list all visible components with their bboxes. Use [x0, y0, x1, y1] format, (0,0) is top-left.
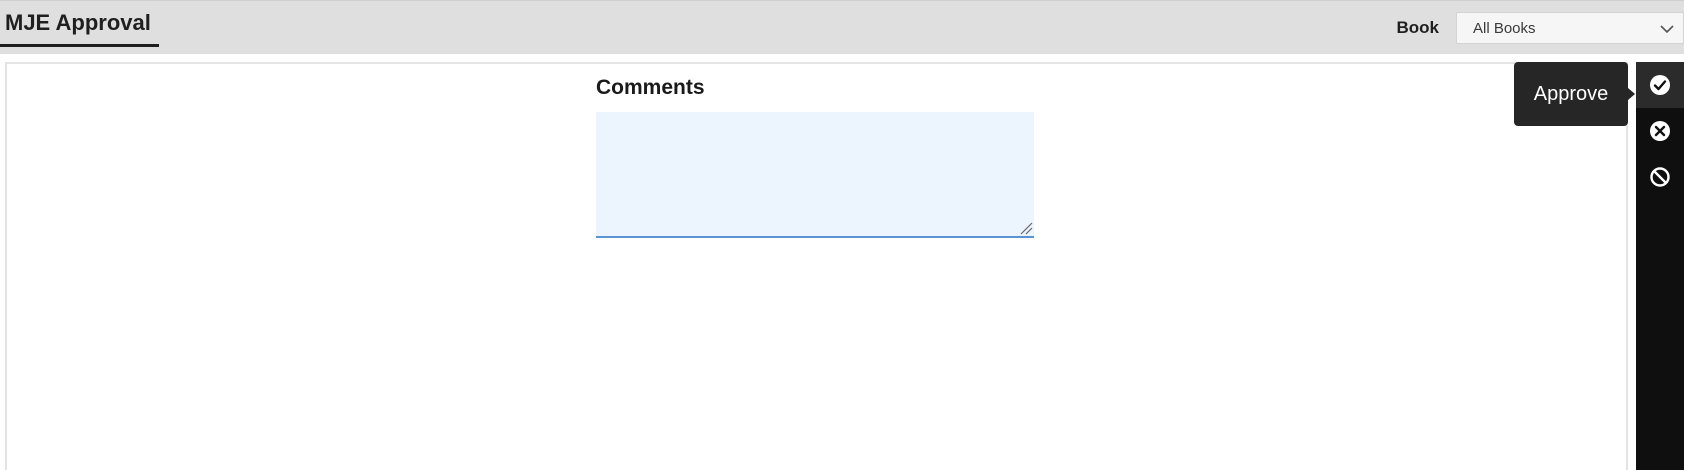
close-circle-icon [1650, 121, 1670, 141]
chevron-down-icon [1660, 25, 1674, 34]
resize-grip-icon[interactable] [1019, 221, 1033, 235]
block-icon [1650, 167, 1670, 187]
book-select[interactable]: All Books [1456, 12, 1684, 44]
reject-button[interactable] [1636, 108, 1684, 154]
tooltip-arrow [1628, 88, 1635, 100]
approve-button[interactable] [1636, 62, 1684, 108]
check-circle-icon [1650, 75, 1670, 95]
comments-label: Comments [596, 76, 705, 99]
tooltip-text: Approve [1533, 82, 1609, 105]
comments-textarea[interactable] [596, 112, 1034, 238]
book-label: Book [1396, 18, 1440, 37]
approve-tooltip: Approve [1514, 62, 1635, 126]
tab-mje-approval[interactable]: MJE Approval [0, 1, 159, 47]
book-select-value: All Books [1473, 19, 1536, 37]
cancel-button[interactable] [1636, 154, 1684, 200]
action-sidebar [1636, 62, 1684, 470]
page-header: MJE Approval Book All Books [0, 0, 1684, 54]
